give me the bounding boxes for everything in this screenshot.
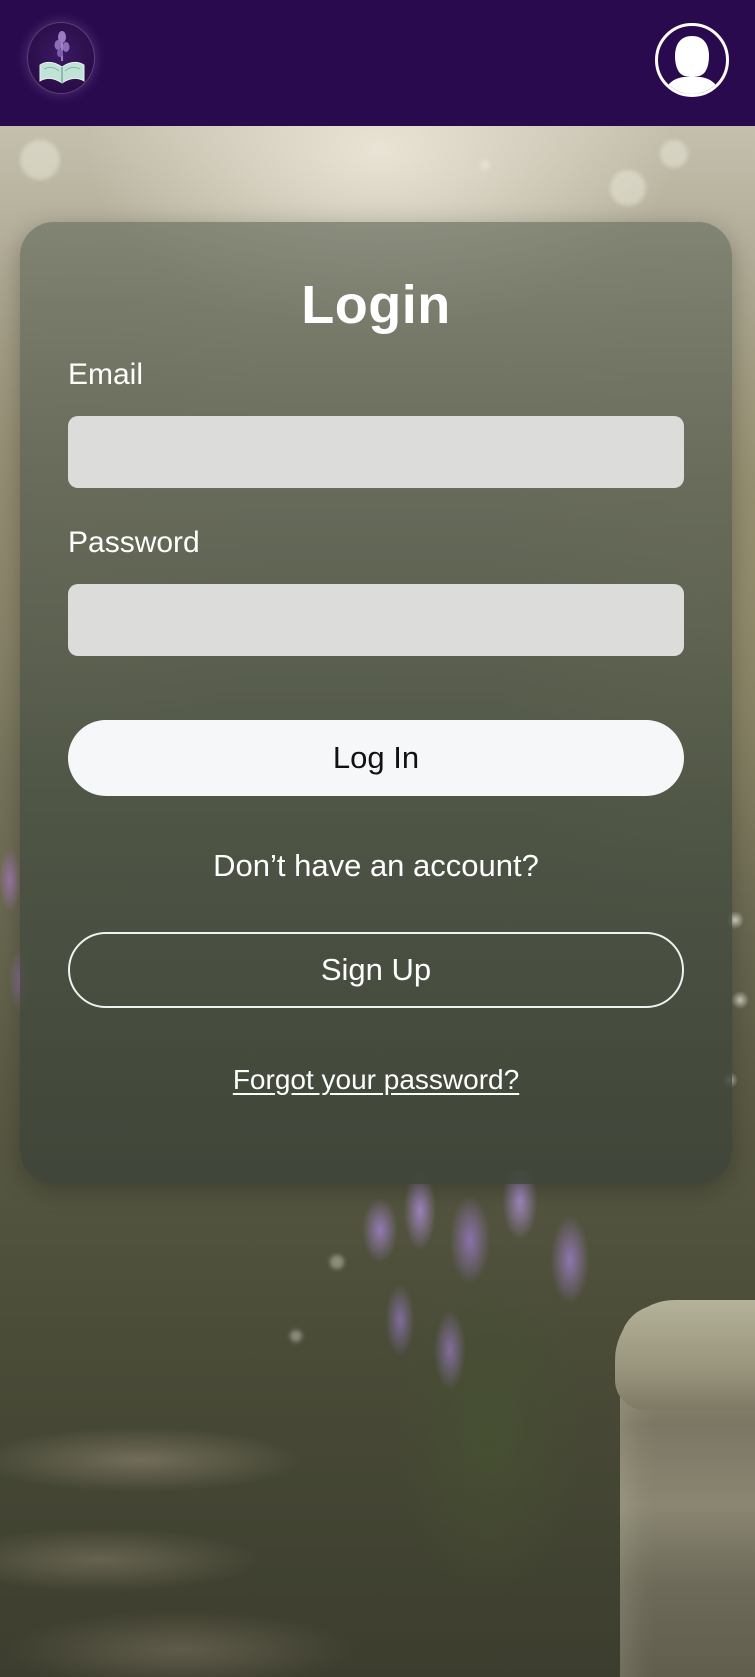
user-avatar-icon[interactable] (655, 23, 729, 97)
logo-graphic (39, 31, 85, 84)
login-button[interactable]: Log In (68, 720, 684, 796)
user-silhouette-icon (664, 36, 720, 94)
top-nav-bar (0, 0, 755, 126)
login-title: Login (301, 275, 451, 335)
login-card: Login Email Password Log In Don’t have a… (20, 222, 732, 1184)
password-label: Password (68, 526, 200, 559)
forgot-password-link[interactable]: Forgot your password? (20, 1064, 732, 1096)
signup-prompt-text: Don’t have an account? (213, 848, 539, 883)
signup-button[interactable]: Sign Up (68, 932, 684, 1008)
password-input[interactable] (68, 584, 684, 656)
book-flower-logo-icon[interactable] (27, 22, 95, 94)
email-label: Email (68, 358, 144, 391)
email-input[interactable] (68, 416, 684, 488)
